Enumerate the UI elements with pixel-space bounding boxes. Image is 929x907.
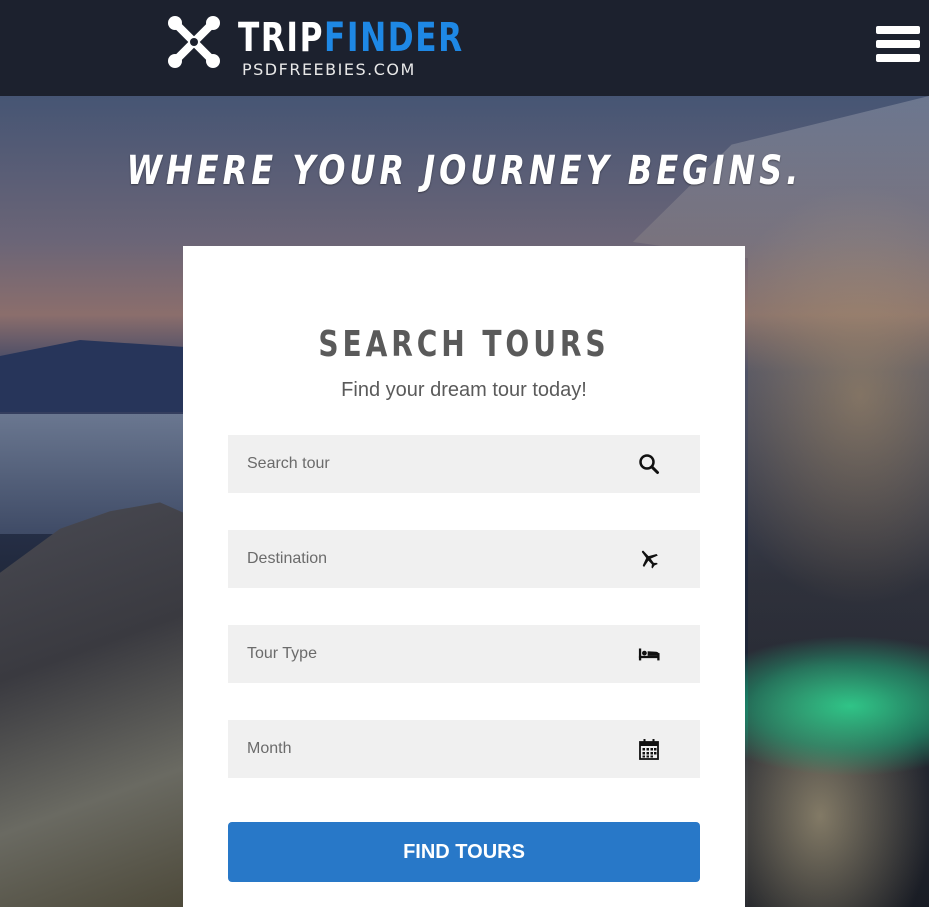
search-tour-input[interactable] — [228, 435, 628, 493]
search-tours-card: SEARCH TOURS Find your dream tour today! — [183, 246, 745, 907]
hero-tagline: WHERE YOUR JOURNEY BEGINS. — [126, 148, 803, 194]
brand-subtitle: PSDFREEBIES.COM — [242, 60, 416, 79]
month-field[interactable] — [228, 720, 700, 778]
site-header: TRIPFINDER PSDFREEBIES.COM — [0, 0, 929, 96]
site-logo[interactable]: TRIPFINDER PSDFREEBIES.COM — [166, 14, 462, 82]
calendar-icon — [639, 739, 659, 760]
search-tour-field[interactable] — [228, 435, 700, 493]
tour-type-input[interactable] — [228, 625, 628, 683]
tour-type-field[interactable] — [228, 625, 700, 683]
search-title: SEARCH TOURS — [318, 324, 610, 365]
brand-name-part2: FINDER — [324, 15, 464, 61]
hero-hills — [0, 340, 200, 412]
brand-name-part1: TRIP — [238, 15, 325, 61]
hero-cliff — [0, 502, 200, 907]
hamburger-menu-icon[interactable] — [876, 26, 920, 66]
destination-field[interactable] — [228, 530, 700, 588]
destination-input[interactable] — [228, 530, 628, 588]
joomla-logo-icon — [168, 16, 220, 68]
airplane-icon — [641, 550, 658, 569]
find-tours-button[interactable]: FIND TOURS — [228, 822, 700, 882]
month-input[interactable] — [228, 720, 628, 778]
search-subtitle: Find your dream tour today! — [341, 379, 587, 401]
search-icon[interactable] — [638, 453, 660, 475]
bed-icon — [638, 648, 660, 661]
brand-name: TRIPFINDER — [238, 16, 464, 60]
